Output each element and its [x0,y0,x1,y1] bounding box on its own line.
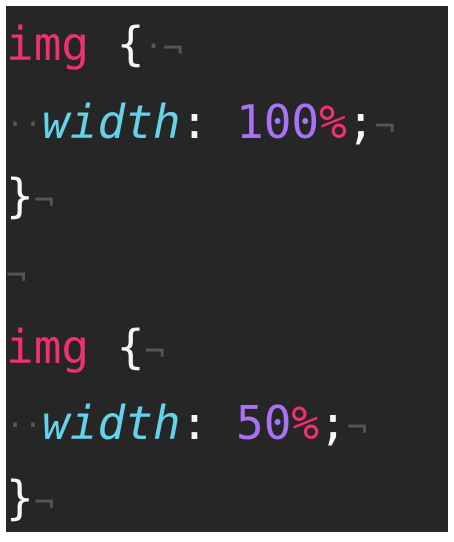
css-selector: img [6,320,90,374]
close-brace: } [6,169,34,223]
code-line-6: ··width: 50%;¬ [6,387,367,459]
css-unit: % [291,396,320,450]
code-line-5: img {¬ [6,311,165,383]
space-marker: · [144,29,163,65]
close-brace: } [6,471,34,525]
end-of-line-marker: ¬ [144,332,165,372]
semicolon: ; [319,396,347,450]
end-of-line-marker: ¬ [6,256,27,296]
end-of-line-marker: ¬ [33,483,55,523]
indent-marker: ·· [6,107,43,143]
css-number: 50 [236,396,292,450]
css-unit: % [319,95,347,149]
code-line-7: }¬ [6,462,54,532]
end-of-line-marker: ¬ [33,181,55,221]
semicolon: ; [346,95,375,149]
indent-marker: ·· [6,408,43,444]
colon: : [180,396,209,450]
code-line-2: ··width: 100%;¬ [6,86,395,158]
css-property: width [42,396,181,450]
css-number: 100 [236,95,320,149]
end-of-line-marker: ¬ [374,107,395,147]
end-of-line-marker: ¬ [346,408,368,448]
code-line-1: img {·¬ [6,8,183,80]
css-selector: img [6,17,90,71]
css-property: width [42,95,181,149]
colon: : [180,95,209,149]
end-of-line-marker: ¬ [162,29,184,69]
code-editor[interactable]: img {·¬ ··width: 100%;¬ }¬ ¬ img {¬ ··wi… [6,6,448,532]
code-line-4: ¬ [6,235,26,307]
code-line-3: }¬ [6,160,54,232]
open-brace: { [116,320,145,374]
open-brace: { [116,17,145,71]
